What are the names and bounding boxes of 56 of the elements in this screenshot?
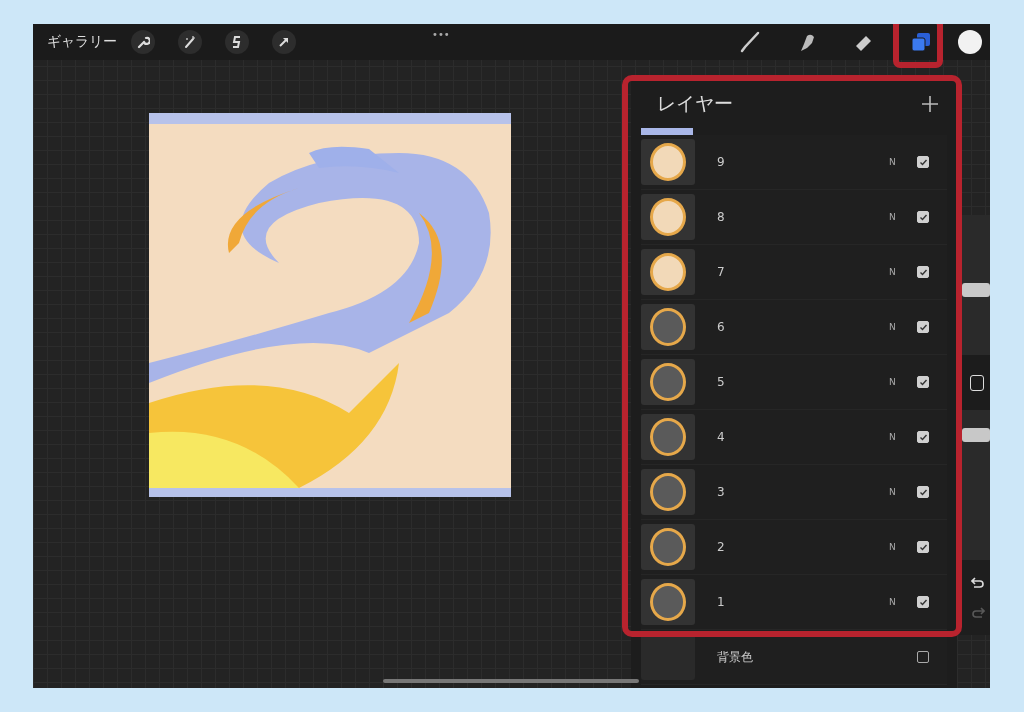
layer-thumbnail	[641, 634, 695, 680]
layer-name: 8	[717, 210, 726, 224]
undo-icon[interactable]	[971, 576, 985, 589]
visibility-checkbox[interactable]	[917, 321, 929, 333]
gallery-link[interactable]: ギャラリー	[47, 33, 117, 51]
visibility-checkbox[interactable]	[917, 376, 929, 388]
modify-button[interactable]	[970, 374, 984, 391]
layer-thumbnail	[641, 469, 695, 515]
color-swatch[interactable]	[958, 30, 982, 54]
wrench-icon[interactable]	[131, 30, 155, 54]
layer-thumbnail	[641, 304, 695, 350]
layer-name: 4	[717, 430, 726, 444]
layer-name: 5	[717, 375, 726, 389]
layer-name: 背景色	[717, 648, 754, 666]
layer-thumbnail	[641, 194, 695, 240]
selection-icon[interactable]	[225, 30, 249, 54]
visibility-checkbox[interactable]	[917, 651, 929, 663]
blend-mode-label[interactable]: N	[889, 157, 917, 167]
blend-mode-label[interactable]: N	[889, 487, 917, 497]
visibility-checkbox[interactable]	[917, 211, 929, 223]
visibility-checkbox[interactable]	[917, 486, 929, 498]
slider-thumb[interactable]	[962, 427, 990, 442]
visibility-checkbox[interactable]	[917, 431, 929, 443]
visibility-checkbox[interactable]	[917, 541, 929, 553]
panel-title: レイヤー	[657, 91, 733, 116]
blend-mode-label[interactable]: N	[889, 542, 917, 552]
layer-name: 3	[717, 485, 726, 499]
arrow-cursor-icon[interactable]	[272, 30, 296, 54]
layer-thumbnail	[641, 524, 695, 570]
highlight-frame	[893, 24, 943, 68]
layers-icon[interactable]	[909, 30, 933, 54]
visibility-checkbox[interactable]	[917, 596, 929, 608]
layer-thumbnail	[641, 579, 695, 625]
layer-name: 2	[717, 540, 726, 554]
more-menu[interactable]: •••	[432, 28, 450, 40]
blend-mode-label[interactable]: N	[889, 377, 917, 387]
blend-mode-label[interactable]: N	[889, 322, 917, 332]
visibility-checkbox[interactable]	[917, 266, 929, 278]
layer-thumbnail	[641, 139, 695, 185]
layer-name: 6	[717, 320, 726, 334]
layer-name: 9	[717, 155, 726, 169]
brush-icon[interactable]	[738, 30, 762, 54]
blend-mode-label[interactable]: N	[889, 597, 917, 607]
add-layer-icon[interactable]	[921, 95, 939, 113]
slider-thumb[interactable]	[962, 283, 990, 298]
blend-mode-label[interactable]: N	[889, 267, 917, 277]
layer-thumbnail	[641, 414, 695, 460]
layer-thumbnail	[641, 359, 695, 405]
blend-mode-label[interactable]: N	[889, 212, 917, 222]
layer-thumbnail[interactable]	[641, 128, 693, 135]
blend-mode-label[interactable]: N	[889, 432, 917, 442]
magic-wand-icon[interactable]	[178, 30, 202, 54]
layer-name: 7	[717, 265, 726, 279]
visibility-checkbox[interactable]	[917, 156, 929, 168]
layer-name: 1	[717, 595, 726, 609]
layer-thumbnail	[641, 249, 695, 295]
